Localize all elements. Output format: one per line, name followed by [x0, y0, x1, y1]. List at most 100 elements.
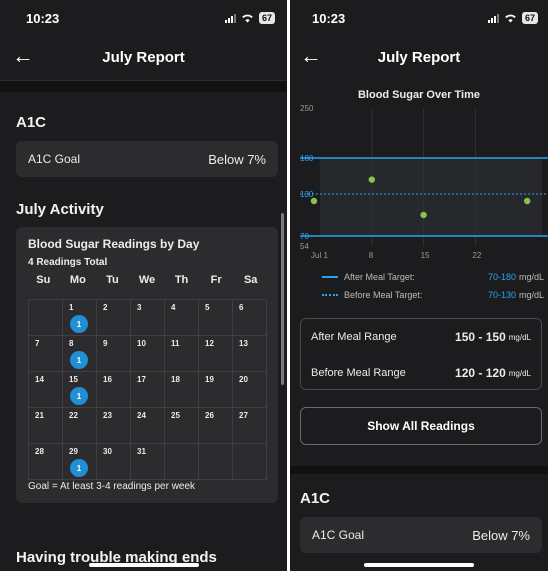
calendar-day-cell[interactable]: 81 [63, 336, 97, 372]
show-all-readings-button[interactable]: Show All Readings [300, 407, 542, 445]
calendar-day-cell[interactable]: 9 [97, 336, 131, 372]
before-meal-range-row: Before Meal Range 120 - 120 mg/dL [301, 355, 541, 391]
page-title: July Report [102, 48, 185, 66]
back-arrow-icon[interactable]: ← [12, 45, 36, 69]
nav-bar: ← July Report [290, 38, 548, 76]
signal-icon [224, 13, 236, 23]
day-number: 2 [103, 303, 108, 312]
day-number: 13 [239, 339, 248, 348]
calendar-day-cell[interactable]: 12 [199, 336, 233, 372]
y-tick-label: 70 [300, 232, 309, 241]
calendar-day-cell [199, 444, 233, 480]
weekday-label: Fr [210, 274, 222, 286]
day-number: 16 [103, 375, 112, 384]
goal-note: Goal = At least 3-4 readings per week [28, 481, 196, 492]
calendar-day-cell[interactable]: 15 1 [63, 372, 97, 408]
calendar-day-cell [29, 300, 63, 336]
a1c-goal-value: Below 7% [208, 151, 266, 167]
x-tick-label: 22 [472, 251, 481, 260]
day-number: 31 [137, 447, 146, 456]
legend-unit: mg/dL [518, 290, 544, 300]
calendar-day-cell[interactable]: 25 [165, 408, 199, 444]
calendar-day-cell[interactable]: 4 [165, 300, 199, 336]
legend-label: After Meal Target: [344, 272, 415, 282]
after-meal-range-value: 150 - 150 [455, 330, 506, 344]
calendar-day-cell[interactable]: 31 [131, 444, 165, 480]
data-point [368, 176, 375, 183]
weekday-label: Su [36, 274, 51, 286]
home-indicator[interactable] [364, 563, 474, 567]
calendar-day-cell[interactable]: 10 [131, 336, 165, 372]
calendar-day-cell[interactable]: 30 [97, 444, 131, 480]
readings-total: 4 Readings Total [28, 257, 108, 268]
y-tick-label: 54 [300, 242, 309, 251]
calendar-day-cell[interactable]: 7 [29, 336, 63, 372]
a1c-goal-label: A1C Goal [312, 528, 365, 542]
weekday-label: We [138, 274, 156, 286]
reading-count-badge: 1 [70, 459, 88, 477]
calendar-day-cell[interactable]: 3 [131, 300, 165, 336]
status-time: 10:23 [312, 10, 346, 26]
y-tick-label: 130 [300, 190, 314, 199]
calendar-day-cell[interactable]: 29 1 [63, 444, 97, 480]
y-tick-label: 180 [300, 154, 314, 163]
data-point [420, 211, 427, 219]
x-tick-label: 8 [369, 251, 374, 260]
day-number: 22 [69, 411, 78, 420]
calendar-day-cell[interactable]: 22 [63, 408, 97, 444]
back-arrow-icon[interactable]: ← [300, 45, 324, 69]
calendar-day-cell[interactable]: 21 [29, 408, 63, 444]
a1c-goal-value: Below 7% [472, 527, 530, 543]
after-meal-range-unit: mg/dL [508, 332, 531, 342]
calendar-day-cell[interactable]: 18 [165, 372, 199, 408]
day-number: 19 [205, 375, 214, 384]
days-of-week-row: Su Mo Tu We Th Fr Sa [26, 274, 268, 286]
legend-high: 130 [500, 290, 516, 300]
day-number: 17 [137, 375, 146, 384]
day-number: 9 [103, 339, 108, 348]
calendar-day-cell[interactable]: 23 [97, 408, 131, 444]
calendar-card: Blood Sugar Readings by Day 4 Readings T… [16, 227, 278, 503]
calendar-day-cell[interactable]: 6 [233, 300, 267, 336]
day-number: 30 [103, 447, 112, 456]
july-activity-heading: July Activity [16, 201, 104, 218]
a1c-goal-card: A1C Goal Below 7% [300, 517, 542, 553]
day-number: 12 [205, 339, 214, 348]
day-number: 26 [205, 411, 214, 420]
calendar-day-cell[interactable]: 13 [233, 336, 267, 372]
signal-icon [487, 13, 499, 23]
reading-count-badge: 1 [70, 315, 88, 333]
a1c-heading: A1C [300, 490, 331, 507]
scrollbar[interactable] [281, 213, 284, 385]
calendar-day-cell[interactable]: 14 [29, 372, 63, 408]
solid-line-icon [322, 276, 338, 278]
right-screen: 10:23 67 ← July Report Blood Sugar Over … [290, 0, 548, 571]
calendar-day-cell[interactable]: 5 [199, 300, 233, 336]
calendar-day-cell[interactable]: 28 [29, 444, 63, 480]
calendar-title: Blood Sugar Readings by Day [28, 237, 200, 251]
status-icons: 67 [487, 12, 538, 24]
home-indicator[interactable] [88, 563, 199, 567]
target-band [320, 158, 542, 236]
calendar-day-cell[interactable]: 11 [63, 300, 97, 336]
y-tick-label: 250 [300, 104, 314, 113]
calendar-day-cell[interactable]: 24 [131, 408, 165, 444]
calendar-day-cell[interactable]: 17 [131, 372, 165, 408]
day-number: 23 [103, 411, 112, 420]
calendar-day-cell[interactable]: 16 [97, 372, 131, 408]
calendar-day-cell[interactable]: 27 [233, 408, 267, 444]
nav-bar: ← July Report [0, 38, 287, 76]
calendar-day-cell[interactable]: 20 [233, 372, 267, 408]
status-bar: 10:23 67 [0, 0, 287, 36]
reading-count-badge: 1 [70, 387, 88, 405]
calendar-day-cell[interactable]: 19 [199, 372, 233, 408]
legend-label: Before Meal Target: [344, 290, 423, 300]
calendar-grid: 1 1 2 3 4 5 6 7 8 1 9 10 11 12 13 14 15 1 16 17 18 19 20 21 22 23… [28, 299, 267, 480]
day-number: 25 [171, 411, 180, 420]
calendar-day-cell[interactable]: 11 [165, 336, 199, 372]
calendar-day-cell[interactable]: 26 [199, 408, 233, 444]
after-meal-range-label: After Meal Range [311, 331, 397, 343]
blood-sugar-chart: 250 180 130 7054Jul 1 8 15 22 [300, 104, 548, 260]
after-meal-range-row: After Meal Range 150 - 150 mg/dL [301, 319, 541, 355]
calendar-day-cell[interactable]: 2 [97, 300, 131, 336]
